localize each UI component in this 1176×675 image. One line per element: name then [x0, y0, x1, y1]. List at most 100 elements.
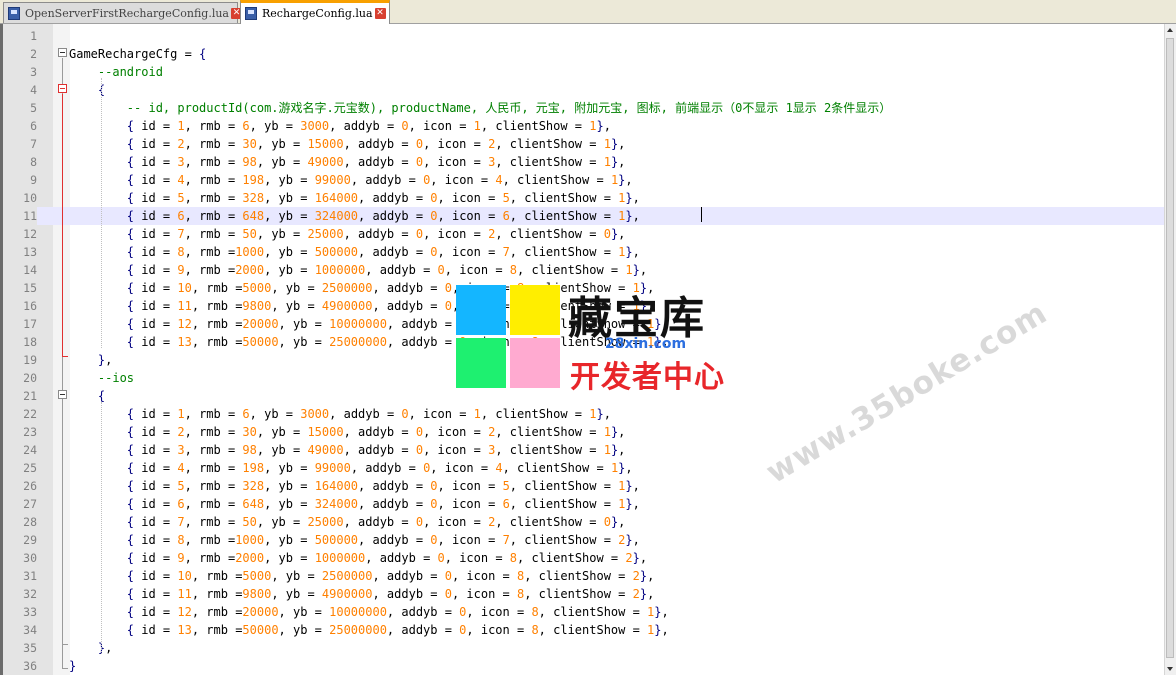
code-line[interactable]: 4 {: [3, 81, 1165, 99]
code-number: 15000: [307, 137, 344, 151]
vertical-scrollbar[interactable]: [1164, 24, 1176, 675]
line-number: 5: [30, 101, 37, 115]
code-line[interactable]: 34 { id = 13, rmb =50000, yb = 25000000,…: [3, 621, 1165, 639]
code-text: id =: [134, 443, 178, 457]
code-text: id =: [134, 533, 178, 547]
code-line[interactable]: 3 --android: [3, 63, 1165, 81]
fold-toggle-icon[interactable]: [58, 390, 67, 399]
code-line[interactable]: 22 { id = 1, rmb = 6, yb = 3000, addyb =…: [3, 405, 1165, 423]
code-text: id =: [134, 515, 178, 529]
code-line[interactable]: 12 { id = 7, rmb = 50, yb = 25000, addyb…: [3, 225, 1165, 243]
code-text: , yb =: [249, 407, 301, 421]
code-text: id =: [134, 407, 178, 421]
code-text: , clientShow =: [509, 209, 619, 223]
code-text: , addyb =: [350, 461, 424, 475]
code-line[interactable]: 23 { id = 2, rmb = 30, yb = 15000, addyb…: [3, 423, 1165, 441]
code-number: 3000: [300, 119, 330, 133]
code-number: 1: [177, 407, 185, 421]
code-number: 0: [401, 119, 409, 133]
code-line[interactable]: 1: [3, 27, 1165, 45]
line-number: 36: [23, 659, 37, 673]
fold-toggle-icon[interactable]: [58, 84, 67, 93]
code-line[interactable]: 8 { id = 3, rmb = 98, yb = 49000, addyb …: [3, 153, 1165, 171]
code-number: 6: [242, 119, 250, 133]
code-line[interactable]: 28 { id = 7, rmb = 50, yb = 25000, addyb…: [3, 513, 1165, 531]
file-icon: [8, 6, 20, 20]
code-brace: {: [126, 407, 135, 421]
code-content: { id = 4, rmb = 198, yb = 99000, addyb =…: [69, 459, 633, 477]
line-number: 16: [23, 299, 37, 313]
code-line[interactable]: 30 { id = 9, rmb =2000, yb = 1000000, ad…: [3, 549, 1165, 567]
code-line[interactable]: 25 { id = 4, rmb = 198, yb = 99000, addy…: [3, 459, 1165, 477]
code-number: 2000: [235, 551, 265, 565]
code-number: 1: [473, 407, 481, 421]
code-line[interactable]: 35 },: [3, 639, 1165, 657]
code-brace: {: [126, 533, 135, 547]
code-line[interactable]: 6 { id = 1, rmb = 6, yb = 3000, addyb = …: [3, 117, 1165, 135]
code-number: 0: [444, 281, 452, 295]
tab-rechargeconfig[interactable]: RechargeConfig.lua ✕: [240, 0, 390, 24]
code-text: ,: [639, 263, 648, 277]
scroll-down-icon[interactable]: [1167, 667, 1173, 671]
code-line[interactable]: 33 { id = 12, rmb =20000, yb = 10000000,…: [3, 603, 1165, 621]
code-content: --android: [69, 63, 163, 81]
code-line[interactable]: 31 { id = 10, rmb =5000, yb = 2500000, a…: [3, 567, 1165, 585]
code-line[interactable]: 7 { id = 2, rmb = 30, yb = 15000, addyb …: [3, 135, 1165, 153]
code-number: 99000: [314, 173, 351, 187]
code-text: id =: [134, 281, 178, 295]
code-text: , clientShow =: [538, 605, 648, 619]
code-number: 50: [242, 227, 257, 241]
code-number: 198: [242, 173, 265, 187]
code-text: , yb =: [271, 569, 322, 583]
tab-openserverfirstrechargeconfig[interactable]: OpenServerFirstRechargeConfig.lua ✕: [3, 2, 242, 23]
code-line[interactable]: 10 { id = 5, rmb = 328, yb = 164000, add…: [3, 189, 1165, 207]
code-content: { id = 8, rmb =1000, yb = 500000, addyb …: [69, 243, 640, 261]
code-line[interactable]: 11 { id = 6, rmb = 648, yb = 324000, add…: [3, 207, 1165, 225]
code-line[interactable]: 14 { id = 9, rmb =2000, yb = 1000000, ad…: [3, 261, 1165, 279]
code-text: id =: [134, 317, 178, 331]
fold-guide-line: [62, 400, 63, 644]
line-number: 28: [23, 515, 37, 529]
code-brace: {: [126, 569, 135, 583]
code-number: 10000000: [329, 605, 387, 619]
code-number: 3000: [300, 407, 330, 421]
code-number: 5000: [242, 281, 272, 295]
code-number: 1: [603, 443, 611, 457]
code-brace: {: [126, 227, 135, 241]
code-text: ,: [603, 119, 611, 133]
code-text: ,: [647, 587, 655, 601]
code-line[interactable]: 29 { id = 8, rmb =1000, yb = 500000, add…: [3, 531, 1165, 549]
code-text: , yb =: [271, 587, 322, 601]
code-line[interactable]: 24 { id = 3, rmb = 98, yb = 49000, addyb…: [3, 441, 1165, 459]
code-line[interactable]: 9 { id = 4, rmb = 198, yb = 99000, addyb…: [3, 171, 1165, 189]
line-number: 3: [30, 65, 37, 79]
code-text: , clientShow =: [480, 407, 590, 421]
code-content: { id = 10, rmb =5000, yb = 2500000, addy…: [69, 567, 655, 585]
code-line[interactable]: 27 { id = 6, rmb = 648, yb = 324000, add…: [3, 495, 1165, 513]
code-text: id =: [134, 335, 178, 349]
code-line[interactable]: 32 { id = 11, rmb =9800, yb = 4900000, a…: [3, 585, 1165, 603]
close-icon[interactable]: ✕: [374, 8, 386, 19]
code-line[interactable]: 2 GameRechargeCfg = {: [3, 45, 1165, 63]
scroll-thumb[interactable]: [1166, 38, 1174, 658]
code-line[interactable]: 36}: [3, 657, 1165, 675]
line-number: 11: [3, 207, 37, 225]
code-line[interactable]: 13 { id = 8, rmb =1000, yb = 500000, add…: [3, 243, 1165, 261]
scroll-up-icon[interactable]: [1167, 28, 1173, 32]
code-text: ,: [105, 641, 113, 655]
code-number: 2: [177, 425, 185, 439]
code-line[interactable]: 26 { id = 5, rmb = 328, yb = 164000, add…: [3, 477, 1165, 495]
code-text: , addyb =: [372, 299, 445, 313]
code-content: -- id, productId(com.游戏名字.元宝数), productN…: [69, 99, 891, 117]
code-text: id =: [134, 119, 178, 133]
code-number: 50: [242, 515, 257, 529]
code-comment: --android: [97, 65, 163, 79]
code-line[interactable]: 5 -- id, productId(com.游戏名字.元宝数), produc…: [3, 99, 1165, 117]
fold-toggle-icon[interactable]: [58, 48, 67, 57]
code-number: 20000: [242, 317, 279, 331]
